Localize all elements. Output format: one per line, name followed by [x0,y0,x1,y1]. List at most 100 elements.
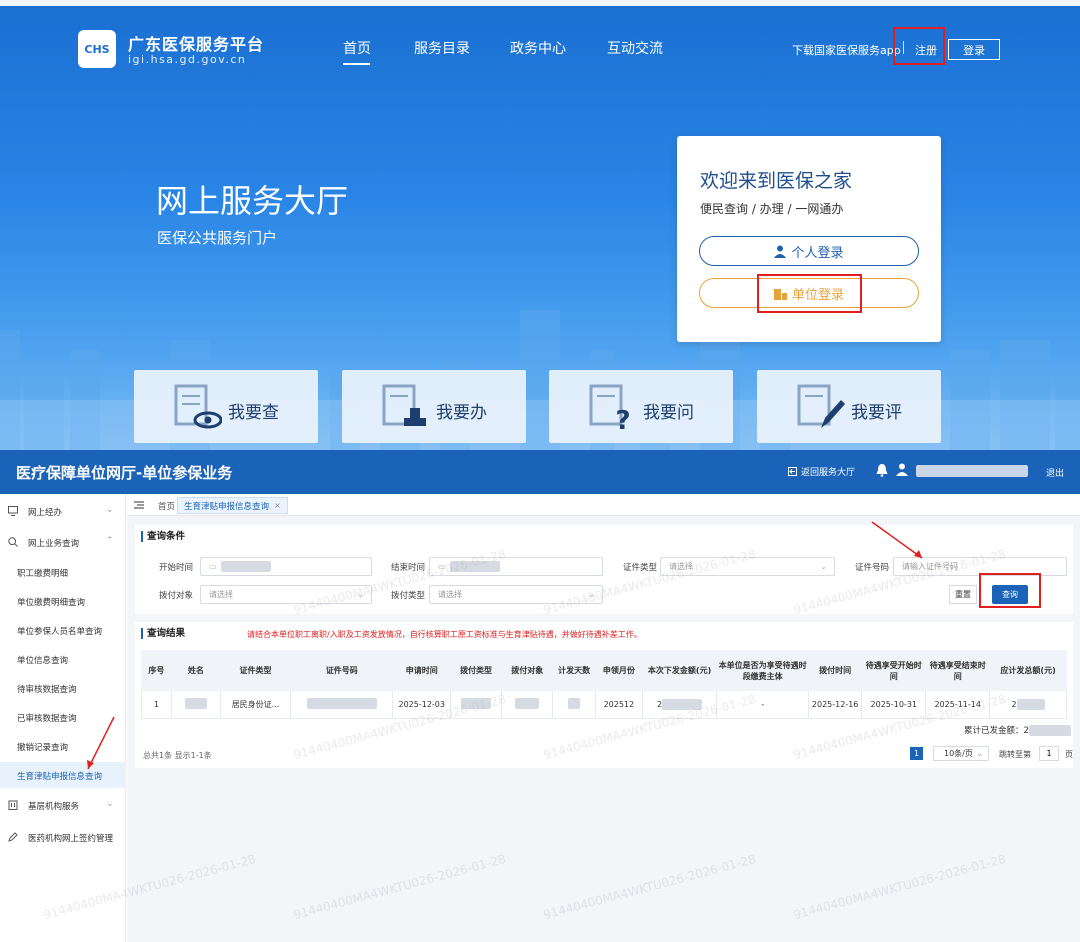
reset-button[interactable]: 重置 [949,585,977,604]
service-card-evaluate[interactable]: 我要评 [757,370,941,443]
user-icon[interactable] [896,463,908,476]
return-link-label: 返回服务大厅 [801,468,856,478]
sidebar-item-label: 单位缴费明细查询 [17,598,86,608]
search-icon [8,537,18,547]
service-card-ask[interactable]: ? 我要问 [549,370,733,443]
sidebar-item-reviewed[interactable]: 已审核数据查询 [0,704,126,730]
sidebar-item-insured-list[interactable]: 单位参保人员名单查询 [0,617,126,643]
svg-text:?: ? [615,406,630,430]
welcome-title: 欢迎来到医保之家 [700,170,853,192]
logout-link[interactable]: 退出 [1046,466,1064,479]
sidebar-item-unit-info[interactable]: 单位信息查询 [0,646,126,672]
pay-target-placeholder: 请选择 [209,590,233,599]
nav-home[interactable]: 首页 [343,38,371,58]
table-header-row: 序号 姓名 证件类型 证件号码 申请时间 拨付类型 拨付对象 计发天数 申领月份… [141,650,1067,691]
chevron-down-icon: ⌄ [976,749,983,758]
sidebar-item-revoked[interactable]: 撤销记录查询 [0,733,126,759]
nav-active-indicator [343,63,370,65]
redacted-value [449,561,500,572]
page-number-current[interactable]: 1 [910,747,923,760]
cell-apply-time: 2025-12-03 [392,690,451,719]
sidebar-item-label: 单位参保人员名单查询 [17,627,103,637]
chs-logo[interactable]: CHS [78,30,116,68]
sidebar: 网上经办 ⌄ 网上业务查询 ⌃ 职工缴费明细 单位缴费明细查询 单位参保人员名单… [0,494,126,942]
document-eye-icon [174,384,222,429]
pay-target-select[interactable]: 请选择 ⌄ [200,585,372,604]
nav-government-center[interactable]: 政务中心 [510,38,566,58]
sidebar-group-online-query[interactable]: 网上业务查询 ⌃ [0,530,126,554]
site-domain: igi.hsa.gd.gov.cn [128,53,247,66]
sidebar-group-online-handling[interactable]: 网上经办 ⌄ [0,499,126,523]
chevron-down-icon: ⌄ [357,590,364,599]
sidebar-item-employee-payment[interactable]: 职工缴费明细 [0,559,126,585]
sidebar-item-label: 单位信息查询 [17,656,69,666]
page-jump-label: 跳转至第 [999,750,1031,759]
results-notice: 请结合本单位职工离职/入职及工资发放情况，自行核算职工原工资标准与生育津贴待遇，… [247,630,642,639]
table-row[interactable]: 1 居民身份证... 2025-12-03 202512 2 - 2025-12… [141,690,1067,719]
tab-bar: 首页 生育津贴申报信息查询 × [127,494,1080,516]
start-time-label: 开始时间 [159,563,194,573]
start-time-input[interactable]: ▭ [200,557,372,576]
col-header: 待遇享受结束时间 [925,650,991,691]
redacted-value [1016,699,1045,710]
cumulative-total: 累计已发金额：2 [964,724,1071,736]
redacted-value [220,561,271,572]
login-button[interactable]: 登录 [948,39,1000,60]
col-header: 拨付类型 [449,650,503,691]
col-header: 证件号码 [290,650,394,691]
personal-login-button[interactable]: 个人登录 [699,236,919,266]
cell-start-time: 2025-10-31 [861,690,927,719]
pay-type-select[interactable]: 请选择 ⌄ [429,585,603,604]
query-panel-title: 查询条件 [141,531,185,542]
cell-pay-time: 2025-12-16 [808,690,863,719]
menu-toggle-icon[interactable] [134,501,144,509]
hero-subtitle: 医保公共服务门户 [157,229,278,247]
cell-id-number [290,690,394,719]
page-size-select[interactable]: 10条/页 ⌄ [933,746,989,761]
download-app-link[interactable]: 下载国家医保服务app [792,42,901,58]
nav-interaction[interactable]: 互动交流 [607,38,663,58]
cell-name [170,690,221,719]
sidebar-group-pharma-contract[interactable]: 医药机构网上签约管理 ⌄ [0,825,126,849]
tab-home[interactable]: 首页 [158,500,175,512]
welcome-subtitle: 便民查询 / 办理 / 一网通办 [700,202,844,216]
sidebar-group-label: 网上经办 [28,508,63,518]
id-number-placeholder: 请输入证件号码 [902,562,958,571]
col-header: 应计发总额(元) [989,650,1067,691]
col-header: 申请时间 [392,650,451,691]
service-label-ask: 我要问 [643,403,694,423]
service-card-handle[interactable]: 我要办 [342,370,526,443]
sidebar-item-pending-review[interactable]: 待审核数据查询 [0,675,126,701]
return-service-hall-link[interactable]: 返回服务大厅 [788,465,855,478]
cell-claim-month: 202512 [594,690,643,719]
calendar-icon: ▭ [438,562,446,571]
sidebar-group-grassroots[interactable]: 基层机构服务 ⌄ [0,793,126,817]
end-time-input[interactable]: ▭ [429,557,603,576]
main-content: 首页 生育津贴申报信息查询 × 查询条件 开始时间 ▭ 结束时间 ▭ 证件类型 … [127,494,1080,942]
chevron-down-icon: ⌄ [588,590,595,599]
nav-service-catalog[interactable]: 服务目录 [414,38,470,58]
cell-days [552,690,596,719]
sidebar-item-unit-payment[interactable]: 单位缴费明细查询 [0,588,126,614]
document-question-icon: ? [589,384,631,430]
results-table: 序号 姓名 证件类型 证件号码 申请时间 拨付类型 拨付对象 计发天数 申领月份… [141,650,1067,719]
tab-maternity-allowance[interactable]: 生育津贴申报信息查询 × [177,497,288,514]
sidebar-item-label: 职工缴费明细 [17,569,69,579]
page-jump-input[interactable]: 1 [1039,746,1059,761]
chevron-down-icon: ⌄ [106,799,114,809]
close-icon[interactable]: × [274,501,281,510]
bell-icon[interactable] [876,463,888,477]
col-header: 拨付对象 [501,650,554,691]
cell-end-time: 2025-11-14 [925,690,991,719]
chevron-down-icon: ⌄ [106,505,114,515]
cell-id-type: 居民身份证... [219,690,292,719]
results-panel: 查询结果 请结合本单位职工离职/入职及工资发放情况，自行核算职工原工资标准与生育… [135,622,1073,768]
page-unit-label: 页 [1065,750,1073,759]
sidebar-item-maternity-allowance[interactable]: 生育津贴申报信息查询 [0,762,126,788]
service-card-query[interactable]: 我要查 [134,370,318,443]
id-type-select[interactable]: 请选择 ⌄ [660,557,835,576]
cell-total: 2 [989,690,1067,719]
sidebar-group-label: 医药机构网上签约管理 [28,834,114,844]
pen-icon [8,832,18,842]
service-label-handle: 我要办 [436,403,487,423]
